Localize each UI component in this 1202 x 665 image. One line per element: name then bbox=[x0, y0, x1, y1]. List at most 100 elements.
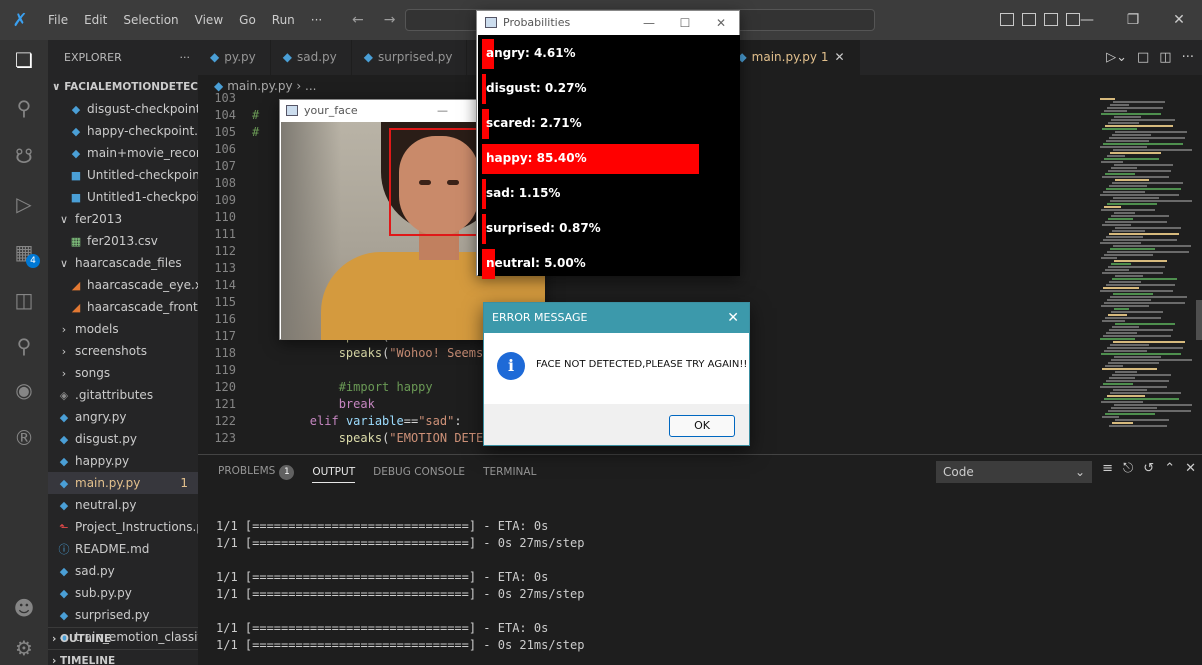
editor-tab[interactable]: ◆ main.py.py 1 ✕ bbox=[725, 40, 860, 75]
file-type-icon: ⓘ bbox=[58, 543, 70, 556]
lock-scroll-icon[interactable]: ⎋ bbox=[1123, 461, 1133, 476]
more-editor-actions-icon[interactable]: ··· bbox=[1182, 40, 1194, 75]
copilot-icon[interactable]: ® bbox=[0, 418, 48, 458]
panel-tab[interactable]: OUTPUT bbox=[312, 466, 356, 483]
close-tab-icon[interactable]: ✕ bbox=[834, 50, 844, 64]
search-icon[interactable]: ⚲ bbox=[0, 88, 48, 128]
python-icon[interactable]: ◉ bbox=[0, 370, 48, 410]
minimap-line bbox=[1112, 326, 1139, 328]
minimap-line bbox=[1114, 116, 1141, 118]
toggle-secondary-sidebar-icon[interactable] bbox=[1044, 13, 1058, 26]
minimap-line bbox=[1108, 170, 1171, 172]
file-tree-item[interactable]: ◆ angry.py bbox=[48, 406, 198, 428]
minimize-window-icon[interactable]: — bbox=[1064, 0, 1110, 40]
minimap-line bbox=[1107, 395, 1145, 397]
menu-item[interactable]: Run bbox=[264, 0, 303, 40]
file-tree-item[interactable]: ◆ disgust.py bbox=[48, 428, 198, 450]
file-tree-item[interactable]: › screenshots bbox=[48, 340, 198, 362]
file-tree-item[interactable]: ⓘ README.md bbox=[48, 538, 198, 560]
file-tree-item[interactable]: ■ Untitled1-checkpoin... bbox=[48, 186, 198, 208]
menu-item[interactable]: Selection bbox=[115, 0, 186, 40]
minimap[interactable] bbox=[1096, 97, 1192, 454]
layout-editor-icon[interactable]: ◫ bbox=[1159, 40, 1171, 75]
project-folder[interactable]: ∨ FACIALEMOTIONDETECTION bbox=[48, 76, 198, 98]
error-dialog-titlebar[interactable]: ERROR MESSAGE ✕ bbox=[484, 303, 749, 333]
source-control-icon[interactable]: ☋ bbox=[0, 136, 48, 176]
file-tree-item[interactable]: ◆ sad.py bbox=[48, 560, 198, 582]
error-dialog[interactable]: ERROR MESSAGE ✕ i FACE NOT DETECTED,PLEA… bbox=[483, 302, 750, 446]
forward-arrow-icon[interactable]: → bbox=[384, 0, 396, 40]
explorer-files-icon[interactable]: ❏ bbox=[0, 40, 48, 80]
panel-tab[interactable]: PROBLEMS 1 bbox=[218, 464, 295, 480]
run-python-icon[interactable]: ▷⌄ bbox=[1106, 40, 1127, 75]
editor-tab[interactable]: ◆ sad.py bbox=[271, 40, 352, 75]
file-tree-item[interactable]: ◢ haarcascade_frontalf... bbox=[48, 296, 198, 318]
file-tree-label: fer2013.csv bbox=[87, 234, 158, 248]
probabilities-titlebar[interactable]: Probabilities — ☐ ✕ bbox=[477, 11, 739, 35]
ok-button[interactable]: OK bbox=[669, 415, 735, 437]
file-tree-item[interactable]: ◆ happy.py bbox=[48, 450, 198, 472]
close-icon[interactable]: ✕ bbox=[727, 303, 739, 333]
panel-tab[interactable]: TERMINAL bbox=[483, 466, 536, 478]
file-tree-label: main.py.py bbox=[75, 476, 141, 490]
chevron-down-icon: ∨ bbox=[52, 81, 61, 93]
menu-item[interactable]: ··· bbox=[303, 0, 330, 40]
outline-section[interactable]: › OUTLINE bbox=[48, 627, 198, 649]
testing-flask-icon[interactable]: ⚲ bbox=[0, 326, 48, 366]
close-window-icon[interactable]: ✕ bbox=[1156, 0, 1202, 40]
toggle-panel-icon[interactable] bbox=[1022, 13, 1036, 26]
toggle-sidebar-icon[interactable] bbox=[1000, 13, 1014, 26]
close-icon[interactable]: ✕ bbox=[703, 11, 739, 35]
file-tree-item[interactable]: ◆ neutral.py bbox=[48, 494, 198, 516]
remote-explorer-icon[interactable]: ◫ bbox=[0, 280, 48, 320]
maximize-panel-icon[interactable]: ⌃ bbox=[1164, 461, 1175, 476]
output-channel-dropdown[interactable]: Code ⌄ bbox=[936, 461, 1092, 483]
minimize-icon[interactable]: — bbox=[631, 11, 667, 35]
line-number: 113 bbox=[214, 261, 236, 275]
maximize-icon[interactable]: ☐ bbox=[667, 11, 703, 35]
editor-tab[interactable]: ◆ surprised.py bbox=[352, 40, 468, 75]
more-actions-icon[interactable]: ··· bbox=[180, 40, 191, 76]
run-debug-icon[interactable]: ▷ bbox=[0, 184, 48, 224]
file-tree-item[interactable]: ◆ main.py.py 1 bbox=[48, 472, 198, 494]
account-icon[interactable]: ☻ bbox=[0, 588, 48, 628]
file-tree-item[interactable]: ■ Untitled-checkpoint... bbox=[48, 164, 198, 186]
file-tree-item[interactable]: › songs bbox=[48, 362, 198, 384]
filter-list-icon[interactable]: ≡ bbox=[1102, 461, 1113, 476]
restore-window-icon[interactable]: ❐ bbox=[1110, 0, 1156, 40]
timeline-section[interactable]: › TIMELINE bbox=[48, 649, 198, 665]
file-tree-item[interactable]: › models bbox=[48, 318, 198, 340]
file-tree-item[interactable]: ◆ disgust-checkpoint.py bbox=[48, 98, 198, 120]
minimap-line bbox=[1110, 392, 1181, 394]
close-panel-icon[interactable]: ✕ bbox=[1185, 461, 1196, 476]
panel-tab[interactable]: DEBUG CONSOLE bbox=[373, 466, 465, 478]
file-tree-item[interactable]: ◆ surprised.py bbox=[48, 604, 198, 626]
file-tree-item[interactable]: ▦ fer2013.csv bbox=[48, 230, 198, 252]
file-tree-label: main+movie_recom... bbox=[87, 146, 198, 160]
back-arrow-icon[interactable]: ← bbox=[352, 0, 364, 40]
file-tree-item[interactable]: ∨ haarcascade_files bbox=[48, 252, 198, 274]
settings-gear-icon[interactable]: ⚙ bbox=[0, 628, 48, 665]
minimap-line bbox=[1112, 422, 1133, 424]
editor-scrollbar[interactable] bbox=[1196, 300, 1202, 340]
file-tree-label: README.md bbox=[75, 542, 150, 556]
menu-item[interactable]: File bbox=[40, 0, 76, 40]
file-tree-item[interactable]: ◆ sub.py.py bbox=[48, 582, 198, 604]
file-tree-item[interactable]: ◈ .gitattributes bbox=[48, 384, 198, 406]
split-editor-icon[interactable]: □ bbox=[1137, 40, 1149, 75]
menu-item[interactable]: View bbox=[187, 0, 231, 40]
menu-item[interactable]: Go bbox=[231, 0, 264, 40]
file-tree-item[interactable]: ∨ fer2013 bbox=[48, 208, 198, 230]
menu-item[interactable]: Edit bbox=[76, 0, 115, 40]
file-tree-item[interactable]: ◆ happy-checkpoint.py bbox=[48, 120, 198, 142]
editor-tab[interactable]: ◆ py.py bbox=[198, 40, 271, 75]
minimize-icon[interactable]: — bbox=[437, 100, 448, 122]
file-tree-item[interactable]: ◢ haarcascade_eye.xml bbox=[48, 274, 198, 296]
extensions-icon[interactable]: ▦ 4 bbox=[0, 232, 48, 272]
open-log-icon[interactable]: ↺ bbox=[1143, 461, 1154, 476]
minimap-line bbox=[1115, 419, 1169, 421]
probabilities-window[interactable]: Probabilities — ☐ ✕ angry: 4.61% disgust:… bbox=[476, 10, 740, 279]
file-tree-item[interactable]: ◆ main+movie_recom... bbox=[48, 142, 198, 164]
file-tree-item[interactable]: ⬑ Project_Instructions.pdf bbox=[48, 516, 198, 538]
file-type-icon: ▦ bbox=[70, 235, 82, 248]
